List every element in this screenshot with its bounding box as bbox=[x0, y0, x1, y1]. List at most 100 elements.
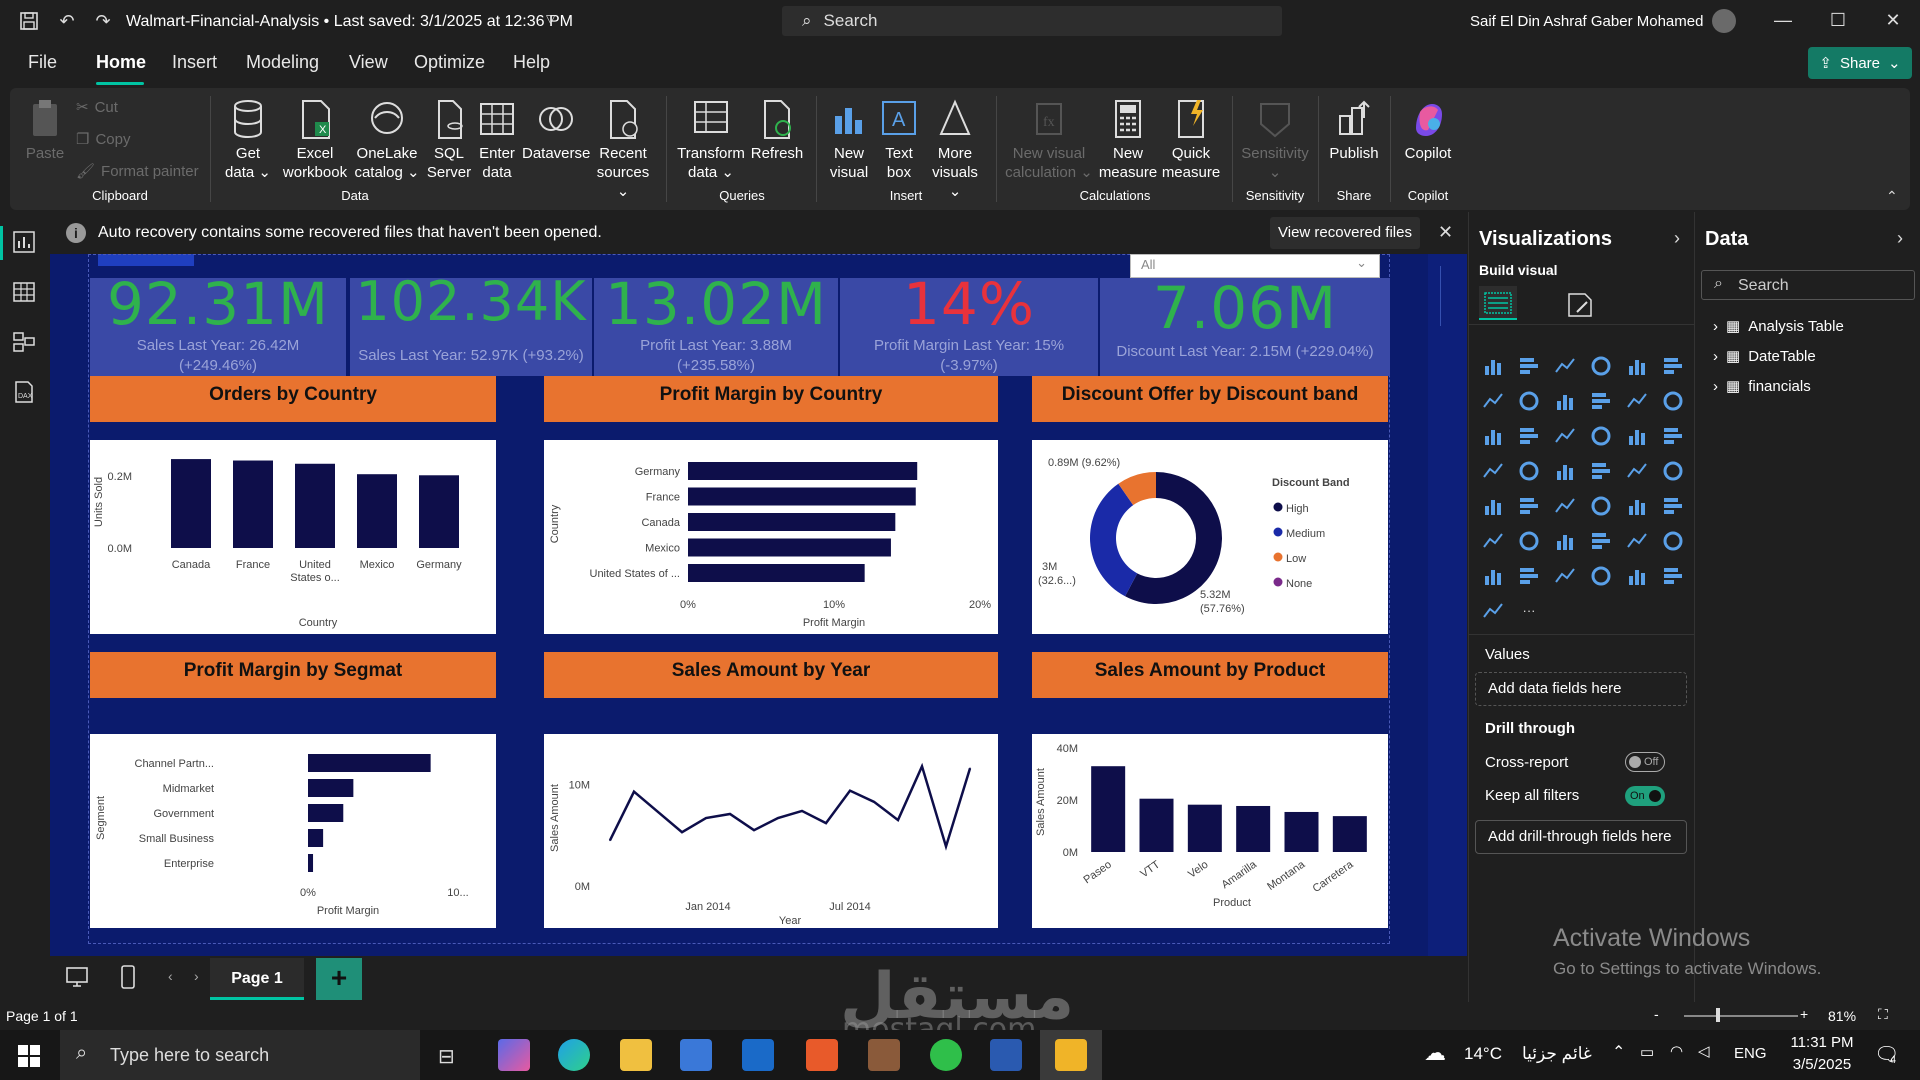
publish-button[interactable]: Publish bbox=[1326, 98, 1382, 163]
mobile-layout-icon[interactable] bbox=[118, 964, 138, 990]
visual-type-icon[interactable] bbox=[1517, 564, 1541, 588]
wifi-icon[interactable]: ◠ bbox=[1670, 1042, 1683, 1060]
dataverse-button[interactable]: Dataverse bbox=[522, 98, 590, 163]
visual-type-icon[interactable] bbox=[1661, 564, 1685, 588]
chart-discount-by-band[interactable]: 0.89M (9.62%) 3M (32.6...) 5.32M (57.76%) Dis… bbox=[1032, 440, 1388, 634]
visual-type-icon[interactable] bbox=[1589, 564, 1613, 588]
edge-icon[interactable] bbox=[558, 1039, 590, 1071]
table-item[interactable]: › ▦ financials bbox=[1713, 377, 1811, 396]
collapse-pane-icon[interactable]: › bbox=[1897, 228, 1903, 249]
paste-button[interactable]: Paste bbox=[20, 98, 70, 163]
visual-type-icon[interactable] bbox=[1625, 494, 1649, 518]
whatsapp-icon[interactable] bbox=[930, 1039, 962, 1071]
visual-type-icon[interactable] bbox=[1481, 564, 1505, 588]
chart-profit-margin-by-country[interactable]: Germany France Canada Mexico United States o… bbox=[544, 440, 998, 634]
visual-type-icon[interactable] bbox=[1553, 424, 1577, 448]
chart-profit-margin-by-segment[interactable]: Channel Partn... Midmarket Government Small… bbox=[90, 734, 496, 928]
values-well[interactable]: Add data fields here bbox=[1475, 672, 1687, 706]
menu-modeling[interactable]: Modeling bbox=[246, 52, 319, 73]
transform-data-button[interactable]: Transform data ⌄ bbox=[674, 98, 748, 182]
visual-type-icon[interactable] bbox=[1625, 459, 1649, 483]
visual-type-icon[interactable] bbox=[1481, 354, 1505, 378]
visual-type-icon[interactable] bbox=[1625, 354, 1649, 378]
visual-type-icon[interactable] bbox=[1481, 494, 1505, 518]
get-data-button[interactable]: Get data ⌄ bbox=[220, 98, 276, 182]
table-item[interactable]: › ▦ DateTable bbox=[1713, 347, 1816, 366]
add-page-button[interactable]: + bbox=[316, 958, 362, 1000]
task-view-icon[interactable]: ⊟ bbox=[438, 1044, 455, 1069]
visual-type-icon[interactable] bbox=[1589, 424, 1613, 448]
table-item[interactable]: › ▦ Analysis Table bbox=[1713, 317, 1844, 336]
kpi-card-profit[interactable]: 13.02M Profit Last Year: 3.88M (+235.58%) bbox=[594, 278, 838, 376]
powerbi-taskbar-item[interactable] bbox=[1040, 1030, 1102, 1080]
minimize-icon[interactable]: — bbox=[1768, 10, 1798, 31]
copilot-button[interactable]: Copilot bbox=[1398, 98, 1458, 163]
volume-icon[interactable]: ◁ bbox=[1698, 1042, 1710, 1060]
redo-icon[interactable]: ↷ bbox=[90, 8, 116, 34]
sensitivity-button[interactable]: Sensitivity ⌄ bbox=[1240, 98, 1310, 182]
visual-type-icon[interactable] bbox=[1481, 599, 1505, 623]
photos-icon[interactable] bbox=[868, 1039, 900, 1071]
visual-type-icon[interactable] bbox=[1553, 529, 1577, 553]
visual-type-icon[interactable] bbox=[1481, 424, 1505, 448]
excel-workbook-button[interactable]: X Excel workbook bbox=[282, 98, 348, 182]
zoom-in-icon[interactable]: + bbox=[1800, 1006, 1808, 1022]
visual-type-icon[interactable] bbox=[1661, 424, 1685, 448]
collapse-pane-icon[interactable]: › bbox=[1674, 228, 1680, 249]
format-visual-icon[interactable] bbox=[1565, 290, 1595, 320]
visual-type-icon[interactable] bbox=[1517, 389, 1541, 413]
visual-type-icon[interactable] bbox=[1661, 529, 1685, 553]
battery-icon[interactable]: ▭ bbox=[1640, 1043, 1654, 1061]
more-visuals-button[interactable]: More visuals ⌄ bbox=[924, 98, 986, 201]
visual-type-icon[interactable] bbox=[1625, 564, 1649, 588]
visual-type-icon[interactable] bbox=[1517, 354, 1541, 378]
visual-type-icon[interactable] bbox=[1517, 459, 1541, 483]
fit-to-page-icon[interactable]: ⛶ bbox=[1878, 1006, 1888, 1023]
filters-pane-collapsed[interactable] bbox=[1428, 254, 1467, 956]
copilot-app-icon[interactable] bbox=[498, 1039, 530, 1071]
enter-data-button[interactable]: Enter data bbox=[474, 98, 520, 182]
file-explorer-icon[interactable] bbox=[620, 1039, 652, 1071]
visual-type-icon[interactable] bbox=[1661, 494, 1685, 518]
more-visuals-icon[interactable]: ··· bbox=[1517, 599, 1541, 623]
visual-type-icon[interactable] bbox=[1589, 354, 1613, 378]
visual-type-icon[interactable] bbox=[1517, 494, 1541, 518]
brave-icon[interactable] bbox=[806, 1039, 838, 1071]
save-icon[interactable] bbox=[16, 8, 42, 34]
visual-type-icon[interactable] bbox=[1625, 529, 1649, 553]
refresh-button[interactable]: Refresh bbox=[748, 98, 806, 163]
taskbar-search[interactable]: ⌕ Type here to search bbox=[60, 1030, 420, 1080]
cut-button[interactable]: ✂ Cut bbox=[76, 98, 118, 117]
keep-filters-toggle[interactable]: On bbox=[1625, 786, 1665, 806]
visual-type-icon[interactable] bbox=[1661, 389, 1685, 413]
zoom-out-icon[interactable]: - bbox=[1654, 1006, 1659, 1022]
visual-type-icon[interactable] bbox=[1553, 354, 1577, 378]
menu-optimize[interactable]: Optimize bbox=[414, 52, 485, 73]
recent-sources-button[interactable]: Recent sources ⌄ bbox=[590, 98, 656, 201]
menu-insert[interactable]: Insert bbox=[172, 52, 217, 73]
drill-through-well[interactable]: Add drill-through fields here bbox=[1475, 820, 1687, 854]
title-dropdown-icon[interactable]: ▽ bbox=[546, 12, 555, 26]
page-tab[interactable]: Page 1 bbox=[210, 958, 304, 1000]
menu-home[interactable]: Home bbox=[96, 52, 146, 73]
menu-help[interactable]: Help bbox=[513, 52, 550, 73]
slicer-dropdown[interactable]: All ⌄ bbox=[1130, 254, 1380, 278]
clock-time[interactable]: 11:31 PM bbox=[1782, 1034, 1862, 1051]
table-view-icon[interactable] bbox=[12, 280, 36, 304]
tray-chevron-icon[interactable]: ⌃ bbox=[1612, 1042, 1625, 1062]
kpi-card-units[interactable]: 102.34K Sales Last Year: 52.97K (+93.2%) bbox=[350, 278, 592, 376]
store-icon[interactable] bbox=[680, 1039, 712, 1071]
outlook-icon[interactable] bbox=[742, 1039, 774, 1071]
visual-type-icon[interactable] bbox=[1481, 389, 1505, 413]
close-infobar-icon[interactable]: ✕ bbox=[1438, 222, 1453, 243]
visual-type-icon[interactable] bbox=[1481, 459, 1505, 483]
chart-orders-by-country[interactable]: 0.0M 0.2M Units Sold Canada France United Stat… bbox=[90, 440, 496, 634]
kpi-card-sales[interactable]: 92.31M Sales Last Year: 26.42M (+249.46%) bbox=[90, 278, 346, 376]
model-view-icon[interactable] bbox=[12, 330, 36, 354]
new-visual-calculation-button[interactable]: fx New visual calculation ⌄ bbox=[1004, 98, 1094, 182]
share-button[interactable]: ⇪ Share ⌄ bbox=[1808, 47, 1912, 79]
weather-description[interactable]: غائم جزئيا bbox=[1522, 1044, 1592, 1064]
visual-type-icon[interactable] bbox=[1517, 529, 1541, 553]
visual-type-icon[interactable] bbox=[1481, 529, 1505, 553]
windows-start-icon[interactable] bbox=[18, 1045, 40, 1067]
